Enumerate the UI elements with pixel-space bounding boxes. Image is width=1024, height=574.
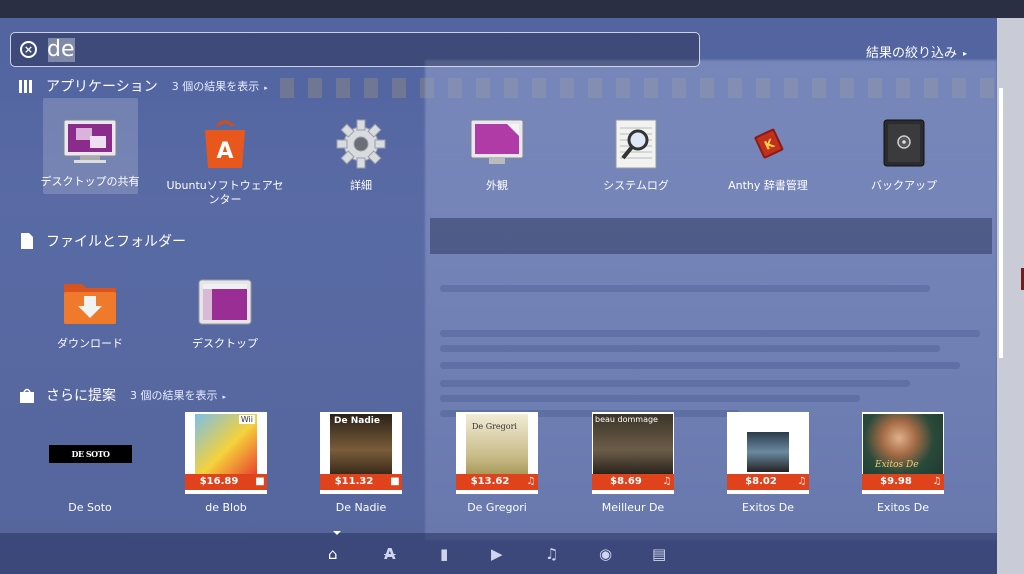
suggestion-label: De Nadie: [335, 501, 387, 514]
category-files-header: ファイルとフォルダー: [18, 231, 186, 251]
app-details[interactable]: 詳細: [301, 118, 421, 193]
filter-arrow-icon: ▸: [963, 49, 968, 58]
active-lens-indicator: [333, 531, 341, 535]
app-system-log[interactable]: システムログ: [576, 118, 696, 193]
album-art: De Gregori: [466, 414, 528, 474]
appearance-icon: [470, 119, 524, 164]
video-lens-icon[interactable]: ▶: [491, 545, 503, 563]
art-text: De Gregori: [472, 422, 517, 431]
desktop-sharing-icon: [63, 119, 117, 163]
category-applications-header: アプリケーション 3 個の結果を表示 ▸: [18, 76, 268, 96]
app-backup[interactable]: バックアップ: [844, 118, 964, 193]
app-anthy-dictionary[interactable]: K Anthy 辞書管理: [708, 118, 828, 193]
suggestion-de-nadie[interactable]: De Nadie $11.32 ■: [320, 412, 402, 494]
app-label: システムログ: [603, 179, 669, 192]
file-downloads[interactable]: ダウンロード: [30, 276, 150, 351]
suggestions-show-more-link[interactable]: 3 個の結果を表示 ▸: [130, 387, 226, 403]
app-label: デスクトップの共有: [40, 175, 140, 188]
suggestion-label: de Blob: [205, 501, 247, 514]
suggestion-label: Exitos De: [741, 501, 795, 514]
filter-results-button[interactable]: 結果の絞り込み ▸: [866, 42, 967, 61]
gear-icon: [336, 119, 386, 169]
apps-show-more-arrow-icon: ▸: [264, 84, 268, 92]
clear-search-icon[interactable]: ×: [20, 41, 37, 58]
category-files-title: ファイルとフォルダー: [46, 234, 186, 250]
suggestion-exitos-de-1[interactable]: $8.02 ♫: [727, 412, 809, 494]
social-lens-icon[interactable]: ▤: [652, 545, 666, 563]
app-label: Anthy 辞書管理: [728, 179, 808, 192]
scrollbar-thumb[interactable]: [999, 88, 1003, 358]
search-bar[interactable]: ×: [10, 32, 700, 67]
music-note-icon: ♫: [930, 474, 944, 490]
software-center-icon: A: [205, 120, 245, 168]
desktop-folder-icon: [198, 279, 252, 325]
price-badge: $16.89: [185, 474, 253, 490]
suggestions-show-more-label: 3 個の結果を表示: [130, 389, 218, 402]
art-text: De Nadie: [334, 416, 380, 426]
apps-show-more-link[interactable]: 3 個の結果を表示 ▸: [172, 78, 268, 94]
album-art: De Nadie: [330, 414, 392, 474]
de-soto-logo-text: DE SOTO: [71, 449, 111, 459]
album-art: beau dommage: [593, 414, 673, 474]
app-label: 外観: [486, 179, 508, 192]
suggestion-de-gregori[interactable]: De Gregori $13.62 ♫: [456, 412, 538, 494]
suggestion-meilleur-de[interactable]: beau dommage $8.69 ♫: [592, 412, 674, 494]
files-lens-icon[interactable]: ▮: [440, 545, 448, 563]
price-badge: $11.32: [320, 474, 388, 490]
svg-text:A: A: [216, 139, 233, 164]
suggestion-label: De Soto: [68, 501, 112, 514]
home-lens-icon[interactable]: ⌂: [328, 545, 338, 563]
app-desktop-sharing[interactable]: デスクトップの共有: [30, 118, 150, 189]
system-log-icon: [615, 119, 657, 169]
download-folder-icon: [64, 284, 116, 324]
price-badge: $9.98: [862, 474, 930, 490]
art-text: beau dommage: [595, 415, 658, 424]
file-label: ダウンロード: [57, 337, 123, 350]
apps-show-more-label: 3 個の結果を表示: [171, 80, 260, 93]
suggestion-de-soto[interactable]: DE SOTO: [49, 445, 132, 463]
music-lens-icon[interactable]: ♫: [545, 545, 558, 563]
files-category-icon: [21, 233, 33, 249]
app-label: Ubuntuソフトウェアセンター: [166, 179, 284, 206]
app-software-center[interactable]: A Ubuntuソフトウェアセンター: [165, 118, 285, 207]
photo-lens-icon[interactable]: ◉: [599, 545, 612, 563]
art-text: Exitos De: [875, 460, 919, 470]
album-art: [747, 432, 789, 472]
suggestion-exitos-de-2[interactable]: Exitos De $9.98 ♫: [862, 412, 944, 494]
suggestions-show-more-arrow-icon: ▸: [222, 393, 227, 401]
app-appearance[interactable]: 外観: [437, 118, 557, 193]
file-desktop[interactable]: デスクトップ: [165, 276, 285, 351]
bag-icon: ■: [253, 474, 267, 490]
price-badge: $8.02: [727, 474, 795, 490]
app-label: バックアップ: [871, 179, 937, 192]
suggestion-label: De Gregori: [467, 501, 527, 514]
app-label: 詳細: [350, 179, 372, 192]
search-input[interactable]: [47, 35, 687, 64]
bag-icon: ■: [388, 474, 402, 490]
suggestion-label: Exitos De: [876, 501, 930, 514]
music-note-icon: ♫: [795, 474, 809, 490]
music-note-icon: ♫: [524, 474, 538, 490]
backup-safe-icon: [883, 119, 925, 167]
album-art: Wii: [195, 414, 257, 474]
category-applications-title: アプリケーション: [46, 79, 158, 95]
art-text: Wii: [238, 415, 255, 424]
suggestion-de-blob[interactable]: Wii $16.89 ■: [185, 412, 267, 494]
category-suggestions-title: さらに提案: [46, 388, 116, 404]
dictionary-icon: K: [754, 128, 784, 159]
price-badge: $13.62: [456, 474, 524, 490]
music-note-icon: ♫: [660, 474, 674, 490]
suggestion-label: Meilleur De: [601, 501, 665, 514]
category-suggestions-header: さらに提案 3 個の結果を表示 ▸: [18, 385, 226, 405]
background-window-edge: [997, 18, 1024, 574]
shopping-bag-icon: [20, 388, 34, 403]
album-art: Exitos De: [863, 414, 943, 474]
price-badge: $8.69: [592, 474, 660, 490]
lens-bar: ⌂ A ▮ ▶ ♫ ◉ ▤: [0, 533, 997, 574]
filter-results-label: 結果の絞り込み: [866, 46, 958, 61]
applications-lens-icon[interactable]: A: [384, 545, 396, 563]
file-label: デスクトップ: [192, 337, 258, 350]
applications-category-icon: [19, 80, 32, 93]
